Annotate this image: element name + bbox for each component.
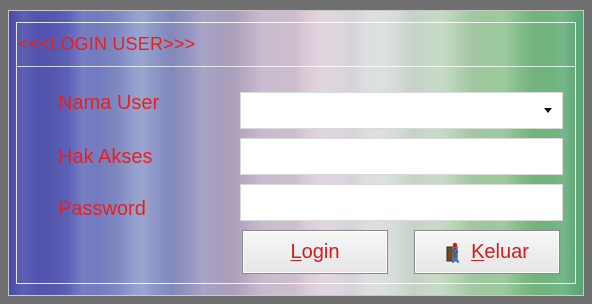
login-window: <<<LOGIN USER>>> Nama User Hak Akses Pas… (0, 0, 592, 304)
form-title: <<<LOGIN USER>>> (18, 34, 196, 54)
nama-user-combobox[interactable] (240, 92, 563, 129)
password-label: Password (58, 198, 146, 220)
exit-button[interactable]: Keluar (414, 230, 560, 274)
hak-akses-label: Hak Akses (58, 146, 153, 168)
exit-button-label: Keluar (471, 240, 529, 263)
title-divider (16, 66, 576, 67)
password-field[interactable] (240, 184, 563, 221)
hak-akses-field[interactable] (240, 138, 563, 175)
login-button[interactable]: Login (242, 230, 388, 274)
chevron-down-icon[interactable] (544, 108, 552, 113)
nama-user-label: Nama User (58, 92, 160, 114)
door-exit-icon (445, 241, 463, 263)
login-button-label: Login (290, 240, 340, 263)
